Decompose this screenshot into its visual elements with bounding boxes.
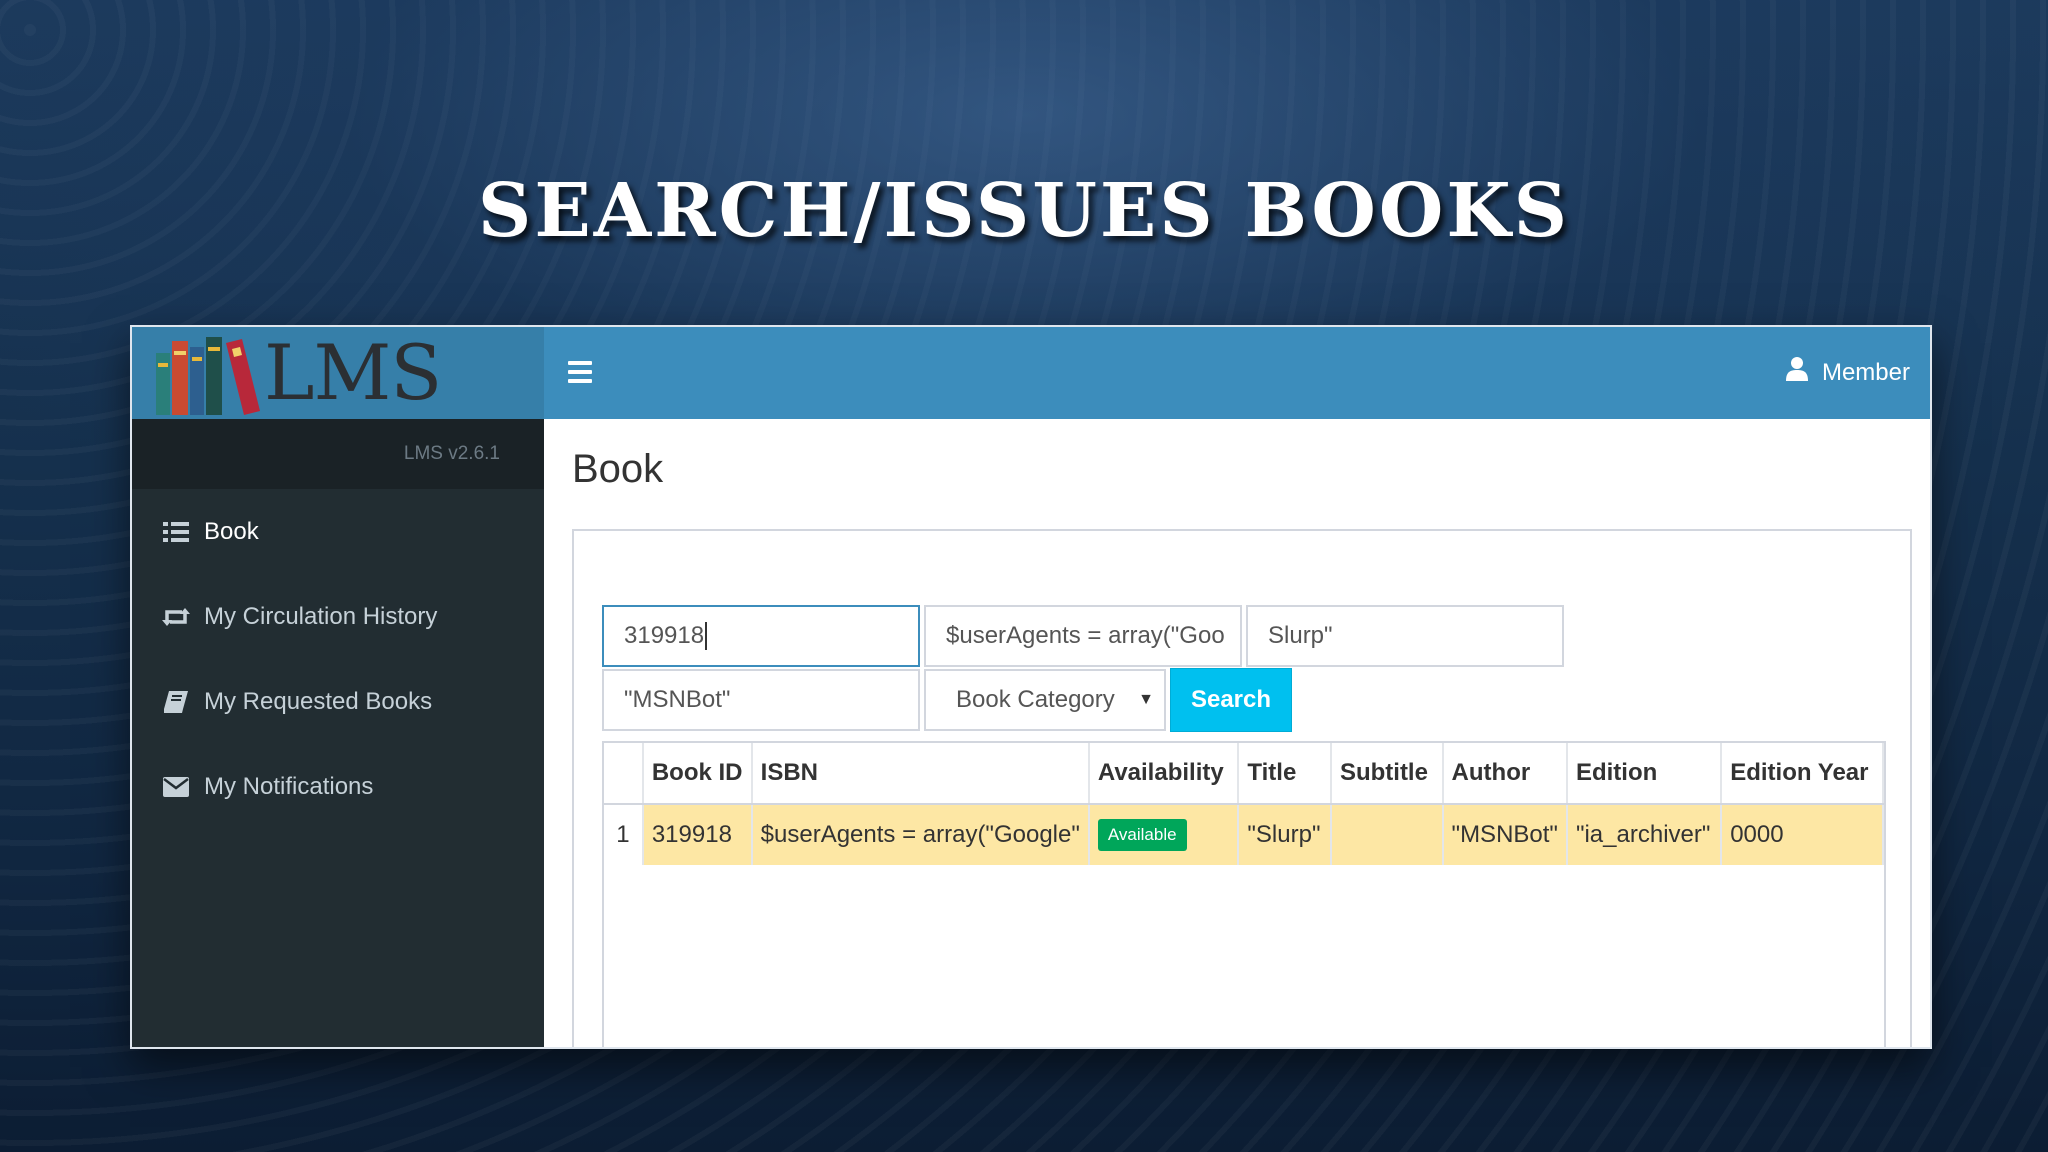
user-icon (1785, 357, 1808, 388)
isbn-input-value: $userAgents = array("Goo (946, 622, 1225, 649)
cell-availability: Available (1088, 804, 1240, 865)
books-logo-icon (156, 337, 260, 415)
header-isbn[interactable]: ISBN (751, 743, 1090, 805)
sidebar-item-label: Book (204, 517, 259, 545)
header-edition[interactable]: Edition (1566, 743, 1723, 805)
book-icon (162, 690, 190, 713)
hamburger-menu-icon[interactable] (568, 361, 592, 383)
cell-book-id: 319918 (642, 804, 753, 865)
sidebar-item-notifications[interactable]: My Notifications (132, 744, 544, 829)
user-menu[interactable]: Member (1785, 357, 1910, 388)
cell-edition-year: 0000 (1721, 804, 1884, 865)
book-id-input[interactable]: 319918 (602, 605, 920, 667)
header-index (604, 743, 644, 805)
top-navbar: Member (544, 327, 1930, 419)
sidebar: LMS LMS v2.6.1 Book My Circulation Histo… (132, 327, 544, 1047)
book-id-input-value: 319918 (624, 622, 705, 649)
author-input-value: "MSNBot" (624, 686, 731, 713)
header-title[interactable]: Title (1238, 743, 1332, 805)
version-label: LMS v2.6.1 (403, 443, 500, 464)
header-author[interactable]: Author (1442, 743, 1568, 805)
search-box: 319918 $userAgents = array("Goo Slurp" "… (572, 529, 1912, 1047)
text-caret (705, 622, 708, 650)
version-bar: LMS v2.6.1 (132, 419, 544, 489)
header-availability[interactable]: Availability (1088, 743, 1240, 805)
row-number: 1 (604, 804, 644, 865)
caret-down-icon: ▼ (1138, 691, 1154, 708)
app-screenshot: LMS LMS v2.6.1 Book My Circulation Histo… (130, 325, 1932, 1049)
search-button[interactable]: Search (1170, 668, 1292, 732)
sidebar-item-label: My Requested Books (204, 687, 433, 715)
table-row[interactable]: 1 319918 $userAgents = array("Google" Av… (604, 804, 1884, 865)
results-table: Book ID ISBN Availability Title Subtitle… (604, 743, 1884, 865)
sidebar-item-label: My Notifications (204, 772, 374, 800)
availability-badge: Available (1097, 819, 1187, 851)
list-icon (162, 521, 190, 543)
user-label: Member (1821, 358, 1910, 386)
header-subtitle[interactable]: Subtitle (1330, 743, 1444, 805)
logo-text: LMS (264, 328, 442, 417)
page-title: Book (572, 447, 664, 491)
title-input-value: Slurp" (1268, 622, 1333, 649)
cell-isbn: $userAgents = array("Google" (751, 804, 1090, 865)
sidebar-item-circulation-history[interactable]: My Circulation History (132, 574, 544, 659)
results-table-container: Book ID ISBN Availability Title Subtitle… (602, 741, 1886, 1047)
sidebar-item-book[interactable]: Book (132, 489, 544, 574)
cell-title: "Slurp" (1238, 804, 1332, 865)
cell-edition: "ia_archiver" (1566, 804, 1723, 865)
retweet-icon (162, 606, 190, 628)
sidebar-item-requested-books[interactable]: My Requested Books (132, 659, 544, 744)
sidebar-menu: Book My Circulation History My Requested… (132, 489, 544, 829)
cell-author: "MSNBot" (1442, 804, 1568, 865)
category-select[interactable]: Book Category ▼ (924, 669, 1166, 731)
slide-title: SEARCH/ISSUES BOOKS (477, 168, 1571, 254)
envelope-icon (162, 776, 190, 798)
cell-subtitle (1330, 804, 1444, 865)
title-input[interactable]: Slurp" (1246, 605, 1564, 667)
author-input[interactable]: "MSNBot" (602, 669, 920, 731)
isbn-input[interactable]: $userAgents = array("Goo (924, 605, 1242, 667)
category-select-value: Book Category (956, 686, 1115, 713)
table-header-row: Book ID ISBN Availability Title Subtitle… (604, 743, 1884, 805)
logo-bar[interactable]: LMS (132, 327, 544, 419)
header-edition-year[interactable]: Edition Year (1721, 743, 1884, 805)
header-book-id[interactable]: Book ID (642, 743, 753, 805)
sidebar-item-label: My Circulation History (204, 602, 438, 630)
main-content: Book 319918 $userAgents = array("Goo Slu… (544, 419, 1930, 1047)
